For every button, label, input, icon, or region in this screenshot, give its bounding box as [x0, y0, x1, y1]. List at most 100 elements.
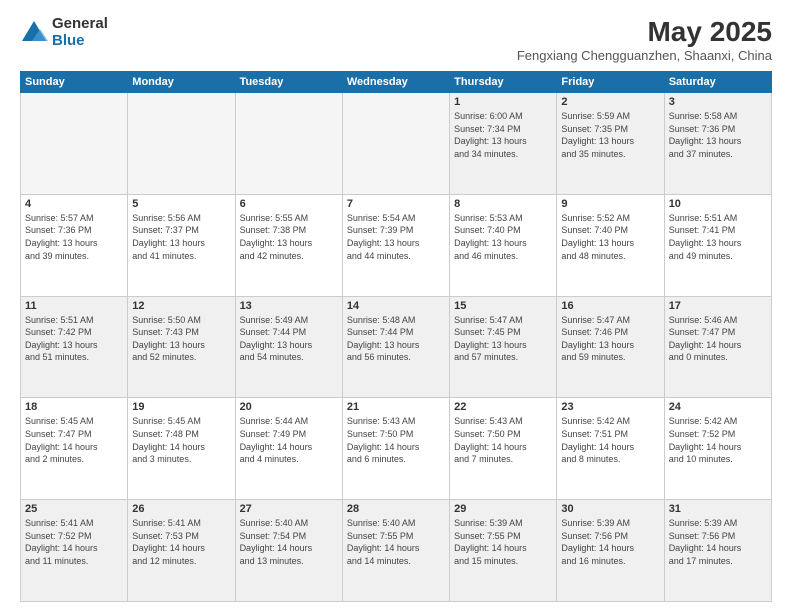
- calendar-cell: [342, 93, 449, 195]
- day-info: Sunrise: 5:58 AM Sunset: 7:36 PM Dayligh…: [669, 110, 767, 160]
- day-number: 18: [25, 401, 123, 413]
- day-info: Sunrise: 5:41 AM Sunset: 7:52 PM Dayligh…: [25, 517, 123, 567]
- title-block: May 2025 Fengxiang Chengguanzhen, Shaanx…: [517, 16, 772, 63]
- calendar-cell: 23Sunrise: 5:42 AM Sunset: 7:51 PM Dayli…: [557, 398, 664, 500]
- day-info: Sunrise: 5:46 AM Sunset: 7:47 PM Dayligh…: [669, 314, 767, 364]
- calendar-cell: 21 Sunrise: 5:43 AM Sunset: 7:50 PM Dayli…: [342, 398, 449, 500]
- header: General Blue May 2025 Fengxiang Chenggua…: [20, 16, 772, 63]
- calendar-cell: [235, 93, 342, 195]
- day-info: Sunrise: 5:53 AM Sunset: 7:40 PM Dayligh…: [454, 212, 552, 262]
- day-number: 10: [669, 198, 767, 210]
- calendar-week-0: 1Sunrise: 6:00 AM Sunset: 7:34 PM Daylig…: [21, 93, 772, 195]
- day-number: 7: [347, 198, 445, 210]
- calendar-header-wednesday: Wednesday: [342, 72, 449, 93]
- day-number: 24: [669, 401, 767, 413]
- calendar-week-4: 25Sunrise: 5:41 AM Sunset: 7:52 PM Dayli…: [21, 500, 772, 602]
- calendar-cell: 29 Sunrise: 5:39 AM Sunset: 7:55 PM Dayli…: [450, 500, 557, 602]
- calendar-header-friday: Friday: [557, 72, 664, 93]
- calendar-cell: 13Sunrise: 5:49 AM Sunset: 7:44 PM Dayli…: [235, 296, 342, 398]
- day-info: Sunrise: 5:45 AM Sunset: 7:48 PM Dayligh…: [132, 415, 230, 465]
- calendar-header-monday: Monday: [128, 72, 235, 93]
- calendar-cell: 22 Sunrise: 5:43 AM Sunset: 7:50 PM Dayli…: [450, 398, 557, 500]
- day-number: 31: [669, 503, 767, 515]
- day-number: 28: [347, 503, 445, 515]
- calendar-week-2: 11 Sunrise: 5:51 AM Sunset: 7:42 PM Dayli…: [21, 296, 772, 398]
- calendar-cell: 12Sunrise: 5:50 AM Sunset: 7:43 PM Dayli…: [128, 296, 235, 398]
- day-number: 11: [25, 300, 123, 312]
- calendar-header-row: SundayMondayTuesdayWednesdayThursdayFrid…: [21, 72, 772, 93]
- calendar-cell: 30Sunrise: 5:39 AM Sunset: 7:56 PM Dayli…: [557, 500, 664, 602]
- calendar-cell: 27 Sunrise: 5:40 AM Sunset: 7:54 PM Dayli…: [235, 500, 342, 602]
- calendar-cell: 25Sunrise: 5:41 AM Sunset: 7:52 PM Dayli…: [21, 500, 128, 602]
- day-info: Sunrise: 5:51 AM Sunset: 7:42 PM Dayligh…: [25, 314, 123, 364]
- day-number: 13: [240, 300, 338, 312]
- calendar-cell: 8 Sunrise: 5:53 AM Sunset: 7:40 PM Daylig…: [450, 194, 557, 296]
- calendar-week-1: 4Sunrise: 5:57 AM Sunset: 7:36 PM Daylig…: [21, 194, 772, 296]
- calendar: SundayMondayTuesdayWednesdayThursdayFrid…: [20, 71, 772, 602]
- day-info: Sunrise: 5:39 AM Sunset: 7:56 PM Dayligh…: [669, 517, 767, 567]
- day-number: 21: [347, 401, 445, 413]
- calendar-header-thursday: Thursday: [450, 72, 557, 93]
- month-title: May 2025: [517, 16, 772, 48]
- day-number: 9: [561, 198, 659, 210]
- calendar-cell: 2 Sunrise: 5:59 AM Sunset: 7:35 PM Daylig…: [557, 93, 664, 195]
- day-number: 29: [454, 503, 552, 515]
- day-info: Sunrise: 5:56 AM Sunset: 7:37 PM Dayligh…: [132, 212, 230, 262]
- calendar-cell: 7 Sunrise: 5:54 AM Sunset: 7:39 PM Daylig…: [342, 194, 449, 296]
- calendar-cell: 11 Sunrise: 5:51 AM Sunset: 7:42 PM Dayli…: [21, 296, 128, 398]
- calendar-cell: [21, 93, 128, 195]
- calendar-cell: 19Sunrise: 5:45 AM Sunset: 7:48 PM Dayli…: [128, 398, 235, 500]
- calendar-cell: 17 Sunrise: 5:46 AM Sunset: 7:47 PM Dayli…: [664, 296, 771, 398]
- day-number: 8: [454, 198, 552, 210]
- day-info: Sunrise: 5:43 AM Sunset: 7:50 PM Dayligh…: [454, 415, 552, 465]
- day-number: 5: [132, 198, 230, 210]
- calendar-week-3: 18 Sunrise: 5:45 AM Sunset: 7:47 PM Dayli…: [21, 398, 772, 500]
- logo-icon: [20, 19, 48, 47]
- day-number: 6: [240, 198, 338, 210]
- calendar-cell: 18 Sunrise: 5:45 AM Sunset: 7:47 PM Dayli…: [21, 398, 128, 500]
- logo-text: General Blue: [52, 16, 108, 49]
- calendar-cell: 1Sunrise: 6:00 AM Sunset: 7:34 PM Daylig…: [450, 93, 557, 195]
- day-info: Sunrise: 5:39 AM Sunset: 7:56 PM Dayligh…: [561, 517, 659, 567]
- calendar-cell: 6Sunrise: 5:55 AM Sunset: 7:38 PM Daylig…: [235, 194, 342, 296]
- day-number: 17: [669, 300, 767, 312]
- calendar-cell: 31 Sunrise: 5:39 AM Sunset: 7:56 PM Dayli…: [664, 500, 771, 602]
- calendar-cell: 3 Sunrise: 5:58 AM Sunset: 7:36 PM Daylig…: [664, 93, 771, 195]
- day-info: Sunrise: 5:39 AM Sunset: 7:55 PM Dayligh…: [454, 517, 552, 567]
- calendar-cell: 15 Sunrise: 5:47 AM Sunset: 7:45 PM Dayli…: [450, 296, 557, 398]
- calendar-cell: 5 Sunrise: 5:56 AM Sunset: 7:37 PM Daylig…: [128, 194, 235, 296]
- day-info: Sunrise: 5:44 AM Sunset: 7:49 PM Dayligh…: [240, 415, 338, 465]
- location: Fengxiang Chengguanzhen, Shaanxi, China: [517, 48, 772, 63]
- day-info: Sunrise: 5:47 AM Sunset: 7:45 PM Dayligh…: [454, 314, 552, 364]
- day-info: Sunrise: 5:45 AM Sunset: 7:47 PM Dayligh…: [25, 415, 123, 465]
- day-number: 27: [240, 503, 338, 515]
- day-info: Sunrise: 5:47 AM Sunset: 7:46 PM Dayligh…: [561, 314, 659, 364]
- day-number: 2: [561, 96, 659, 108]
- day-info: Sunrise: 5:50 AM Sunset: 7:43 PM Dayligh…: [132, 314, 230, 364]
- day-info: Sunrise: 5:54 AM Sunset: 7:39 PM Dayligh…: [347, 212, 445, 262]
- day-number: 14: [347, 300, 445, 312]
- day-number: 23: [561, 401, 659, 413]
- day-info: Sunrise: 5:40 AM Sunset: 7:55 PM Dayligh…: [347, 517, 445, 567]
- day-info: Sunrise: 5:43 AM Sunset: 7:50 PM Dayligh…: [347, 415, 445, 465]
- day-info: Sunrise: 5:42 AM Sunset: 7:52 PM Dayligh…: [669, 415, 767, 465]
- day-number: 15: [454, 300, 552, 312]
- calendar-header-saturday: Saturday: [664, 72, 771, 93]
- calendar-cell: 4Sunrise: 5:57 AM Sunset: 7:36 PM Daylig…: [21, 194, 128, 296]
- calendar-cell: 28 Sunrise: 5:40 AM Sunset: 7:55 PM Dayli…: [342, 500, 449, 602]
- day-info: Sunrise: 5:41 AM Sunset: 7:53 PM Dayligh…: [132, 517, 230, 567]
- day-number: 20: [240, 401, 338, 413]
- calendar-cell: 20 Sunrise: 5:44 AM Sunset: 7:49 PM Dayli…: [235, 398, 342, 500]
- calendar-header-tuesday: Tuesday: [235, 72, 342, 93]
- day-info: Sunrise: 5:48 AM Sunset: 7:44 PM Dayligh…: [347, 314, 445, 364]
- day-number: 4: [25, 198, 123, 210]
- logo-blue: Blue: [52, 33, 108, 50]
- calendar-cell: 24 Sunrise: 5:42 AM Sunset: 7:52 PM Dayli…: [664, 398, 771, 500]
- day-info: Sunrise: 5:40 AM Sunset: 7:54 PM Dayligh…: [240, 517, 338, 567]
- day-number: 22: [454, 401, 552, 413]
- calendar-cell: 16Sunrise: 5:47 AM Sunset: 7:46 PM Dayli…: [557, 296, 664, 398]
- day-info: Sunrise: 5:59 AM Sunset: 7:35 PM Dayligh…: [561, 110, 659, 160]
- calendar-cell: [128, 93, 235, 195]
- day-number: 3: [669, 96, 767, 108]
- calendar-cell: 26Sunrise: 5:41 AM Sunset: 7:53 PM Dayli…: [128, 500, 235, 602]
